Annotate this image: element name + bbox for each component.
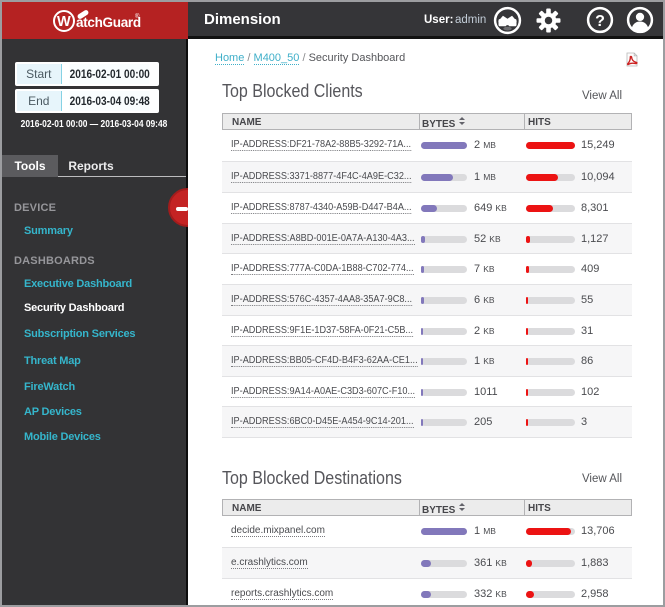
svg-text:?: ?	[595, 12, 605, 30]
